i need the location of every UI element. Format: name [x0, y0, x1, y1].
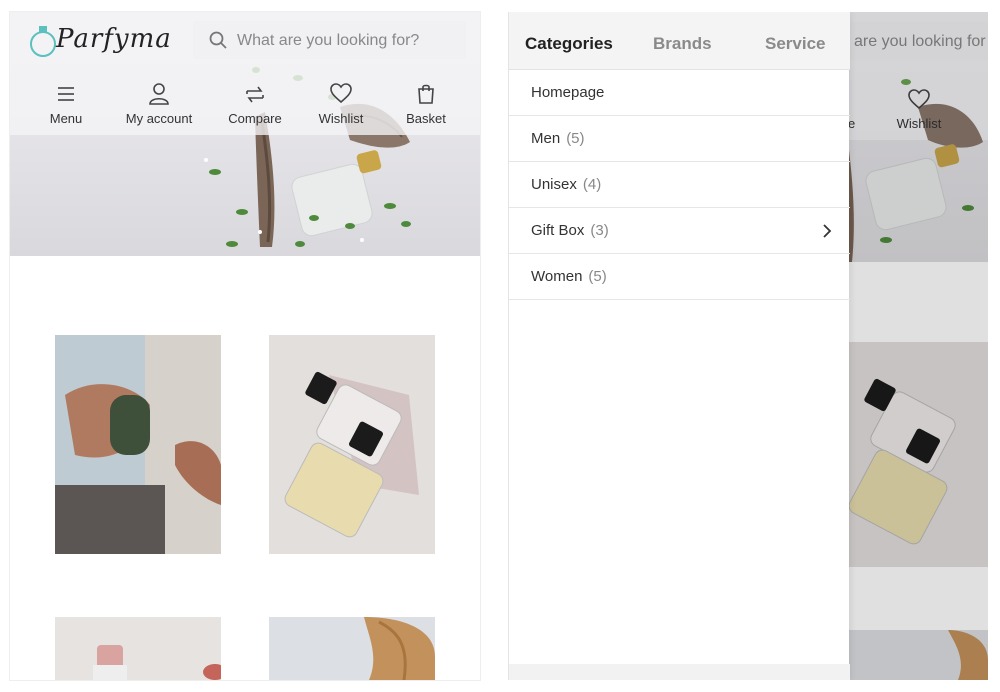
my-account-label: My account: [125, 111, 193, 126]
drawer-backdrop[interactable]: [848, 12, 988, 680]
search-bar[interactable]: What are you looking for?: [193, 21, 466, 59]
category-item-men[interactable]: Men (5): [509, 116, 850, 162]
category-drawer: Categories Brands Service Homepage Men (5…: [508, 12, 850, 680]
drawer-tabs: Categories Brands Service: [509, 12, 850, 70]
search-placeholder: What are you looking for?: [237, 32, 420, 49]
wishlist-label: Wishlist: [318, 111, 364, 126]
wishlist-button[interactable]: Wishlist: [316, 82, 366, 126]
product-image-unisex[interactable]: [269, 335, 435, 554]
tab-service[interactable]: Service: [765, 34, 826, 54]
product-photo: [269, 335, 435, 554]
menu-label: Menu: [49, 111, 83, 126]
screenshot-stage: Parfyma What are you looking for? Menu M…: [0, 0, 1000, 692]
compare-label: Compare: [228, 111, 282, 126]
category-name: Homepage: [531, 84, 605, 101]
category-list: Homepage Men (5) Unisex (4) Gift Box (3) Wo…: [509, 70, 850, 300]
hamburger-icon: [58, 87, 74, 101]
compare-button[interactable]: Compare: [228, 82, 282, 126]
logo-bottle-icon: [30, 26, 56, 57]
basket-button[interactable]: Basket: [404, 82, 448, 126]
site-logo[interactable]: Parfyma: [28, 18, 188, 62]
chevron-right-icon[interactable]: [822, 223, 832, 239]
header-nav: Menu My account Compare Wishlist Basket: [10, 82, 480, 132]
user-icon: [149, 83, 169, 105]
category-item-unisex[interactable]: Unisex (4): [509, 162, 850, 208]
category-count: (5): [588, 268, 607, 285]
basket-label: Basket: [406, 111, 446, 126]
category-item-gift-box[interactable]: Gift Box (3): [509, 208, 850, 254]
product-image-men[interactable]: [55, 335, 221, 554]
product-photo: [55, 335, 221, 554]
category-name: Gift Box: [531, 222, 585, 239]
tab-categories[interactable]: Categories: [525, 34, 613, 54]
category-name: Men: [531, 130, 561, 147]
mobile-page-right: are you looking for e Wishlist Categorie…: [508, 12, 988, 680]
compare-icon: [246, 86, 264, 103]
category-item-homepage[interactable]: Homepage: [509, 70, 850, 116]
category-count: (3): [590, 222, 609, 239]
product-photo: [269, 617, 435, 680]
product-image-women[interactable]: [269, 617, 435, 680]
category-count: (5): [566, 130, 585, 147]
my-account-button[interactable]: My account: [124, 82, 194, 126]
product-image-gift-box[interactable]: [55, 617, 221, 680]
category-name: Unisex: [531, 176, 577, 193]
shopping-bag-icon: [418, 84, 434, 104]
category-item-women[interactable]: Women (5): [509, 254, 850, 300]
mobile-page-left: Parfyma What are you looking for? Menu M…: [10, 12, 480, 680]
product-photo: [55, 617, 221, 680]
search-icon: [209, 31, 227, 49]
logo-text: Parfyma: [56, 24, 172, 54]
category-count: (4): [582, 176, 602, 193]
drawer-footer: [509, 664, 850, 680]
heart-icon: [330, 83, 352, 104]
category-name: Women: [531, 268, 583, 285]
menu-button[interactable]: Menu: [46, 82, 86, 126]
tab-brands[interactable]: Brands: [653, 34, 712, 54]
